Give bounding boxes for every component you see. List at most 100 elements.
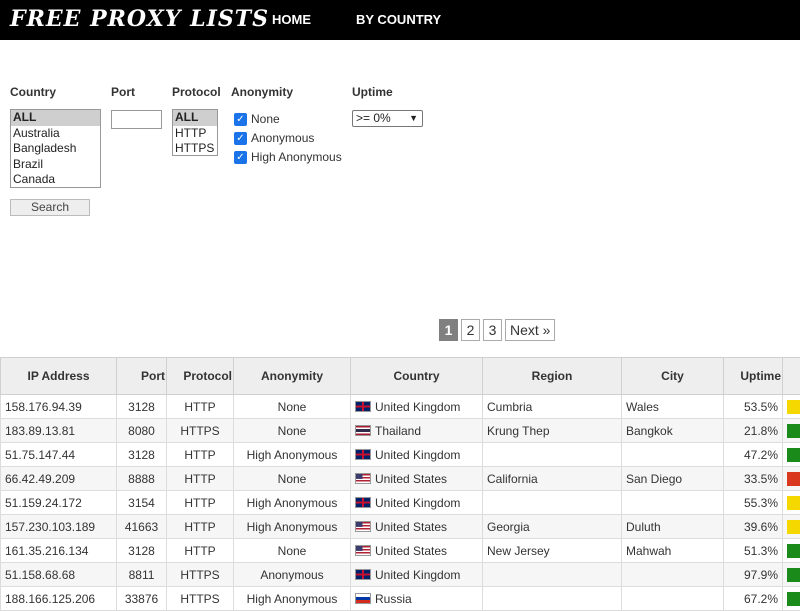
region-column-header[interactable]: Region [483, 358, 622, 395]
region-cell: New Jersey [483, 539, 622, 563]
protocol-option[interactable]: HTTP [173, 126, 217, 142]
region-cell [483, 443, 622, 467]
anonymity-high-option[interactable]: ✓High Anonymous [234, 150, 342, 164]
country-cell[interactable]: United States [351, 467, 483, 491]
region-cell: Georgia [483, 515, 622, 539]
checkbox-checked-icon[interactable]: ✓ [234, 113, 247, 126]
us-flag-icon [355, 545, 371, 556]
ip-address-cell[interactable]: 51.159.24.172 [1, 491, 117, 515]
protocol-option[interactable]: HTTPS [173, 141, 217, 156]
country-name: United States [375, 544, 447, 558]
city-column-header[interactable]: City [622, 358, 724, 395]
port-column-header[interactable]: Port [117, 358, 167, 395]
country-cell[interactable]: Thailand [351, 419, 483, 443]
table-row: 51.158.68.688811HTTPSAnonymousUnited Kin… [1, 563, 800, 587]
country-name: United Kingdom [375, 448, 460, 462]
country-option[interactable]: ALL [11, 110, 100, 126]
country-name: United States [375, 520, 447, 534]
country-option[interactable]: Australia [11, 126, 100, 142]
ip-address-cell[interactable]: 188.166.125.206 [1, 587, 117, 611]
uptime-cell: 51.3% [724, 539, 783, 563]
port-input[interactable] [111, 110, 162, 129]
status-indicator-icon [787, 520, 800, 534]
table-row: 183.89.13.818080HTTPSNoneThailandKrung T… [1, 419, 800, 443]
port-cell: 3128 [117, 539, 167, 563]
country-listbox[interactable]: ALL Australia Bangladesh Brazil Canada [10, 109, 101, 188]
region-cell: Krung Thep [483, 419, 622, 443]
ip-address-cell[interactable]: 157.230.103.189 [1, 515, 117, 539]
protocol-cell: HTTP [167, 395, 234, 419]
city-cell: Mahwah [622, 539, 724, 563]
nav-home-link[interactable]: HOME [272, 12, 311, 27]
protocol-listbox[interactable]: ALL HTTP HTTPS [172, 109, 218, 156]
country-name: United Kingdom [375, 400, 460, 414]
country-name: Thailand [375, 424, 421, 438]
protocol-cell: HTTPS [167, 563, 234, 587]
country-cell[interactable]: United Kingdom [351, 443, 483, 467]
country-column-header[interactable]: Country [351, 358, 483, 395]
anonymity-cell: None [234, 395, 351, 419]
table-row: 161.35.216.1343128HTTPNone United States N… [1, 539, 800, 563]
country-option[interactable]: Brazil [11, 157, 100, 173]
page-2-button[interactable]: 2 [461, 319, 480, 341]
protocol-cell: HTTP [167, 515, 234, 539]
uk-flag-icon [355, 569, 371, 580]
page-3-button[interactable]: 3 [483, 319, 502, 341]
site-logo[interactable]: FREE PROXY LISTS [10, 6, 269, 32]
port-cell: 8080 [117, 419, 167, 443]
country-cell[interactable]: United Kingdom [351, 491, 483, 515]
country-cell[interactable]: Russia [351, 587, 483, 611]
protocol-column-header[interactable]: Protocol [167, 358, 234, 395]
anonymity-cell: High Anonymous [234, 515, 351, 539]
port-cell: 41663 [117, 515, 167, 539]
page-1-button[interactable]: 1 [439, 319, 458, 341]
anonymity-column-header[interactable]: Anonymity [234, 358, 351, 395]
region-cell [483, 587, 622, 611]
anonymity-cell: None [234, 419, 351, 443]
search-button[interactable]: Search [10, 199, 90, 216]
ip-address-cell[interactable]: 183.89.13.81 [1, 419, 117, 443]
country-name: United States [375, 472, 447, 486]
russia-flag-icon [355, 593, 371, 604]
country-option[interactable]: Canada [11, 172, 100, 188]
ip-address-cell[interactable]: 51.75.147.44 [1, 443, 117, 467]
status-cell [783, 515, 800, 539]
status-cell [783, 467, 800, 491]
anonymity-none-option[interactable]: ✓None [234, 112, 280, 126]
protocol-option[interactable]: ALL [173, 110, 217, 126]
ip-address-cell[interactable]: 66.42.49.209 [1, 467, 117, 491]
protocol-filter-label: Protocol [172, 85, 221, 99]
anonymity-anonymous-option[interactable]: ✓Anonymous [234, 131, 314, 145]
us-flag-icon [355, 521, 371, 532]
city-cell: Wales [622, 395, 724, 419]
country-cell[interactable]: United States [351, 539, 483, 563]
status-indicator-icon [787, 400, 800, 414]
table-row: 158.176.94.393128HTTPNoneUnited KingdomC… [1, 395, 800, 419]
protocol-cell: HTTP [167, 539, 234, 563]
ip-address-cell[interactable]: 51.158.68.68 [1, 563, 117, 587]
port-filter-label: Port [111, 85, 135, 99]
region-cell [483, 491, 622, 515]
country-cell[interactable]: United Kingdom [351, 563, 483, 587]
ip-address-cell[interactable]: 158.176.94.39 [1, 395, 117, 419]
anonymity-cell: High Anonymous [234, 587, 351, 611]
country-cell[interactable]: United States [351, 515, 483, 539]
country-cell[interactable]: United Kingdom [351, 395, 483, 419]
chevron-down-icon: ▼ [409, 111, 418, 126]
nav-by-country-link[interactable]: BY COUNTRY [356, 12, 441, 27]
us-flag-icon [355, 473, 371, 484]
anonymity-cell: None [234, 539, 351, 563]
country-option[interactable]: Bangladesh [11, 141, 100, 157]
checkbox-checked-icon[interactable]: ✓ [234, 151, 247, 164]
status-cell [783, 443, 800, 467]
checkbox-checked-icon[interactable]: ✓ [234, 132, 247, 145]
ip-address-column-header[interactable]: IP Address [1, 358, 117, 395]
ip-address-cell[interactable]: 161.35.216.134 [1, 539, 117, 563]
uptime-column-header[interactable]: Uptime [724, 358, 783, 395]
uptime-select[interactable]: >= 0% ▼ [352, 110, 423, 127]
uptime-select-value: >= 0% [356, 111, 391, 125]
anonymity-cell: None [234, 467, 351, 491]
status-indicator-icon [787, 496, 800, 510]
country-name: Russia [375, 592, 412, 606]
next-page-button[interactable]: Next » [505, 319, 555, 341]
